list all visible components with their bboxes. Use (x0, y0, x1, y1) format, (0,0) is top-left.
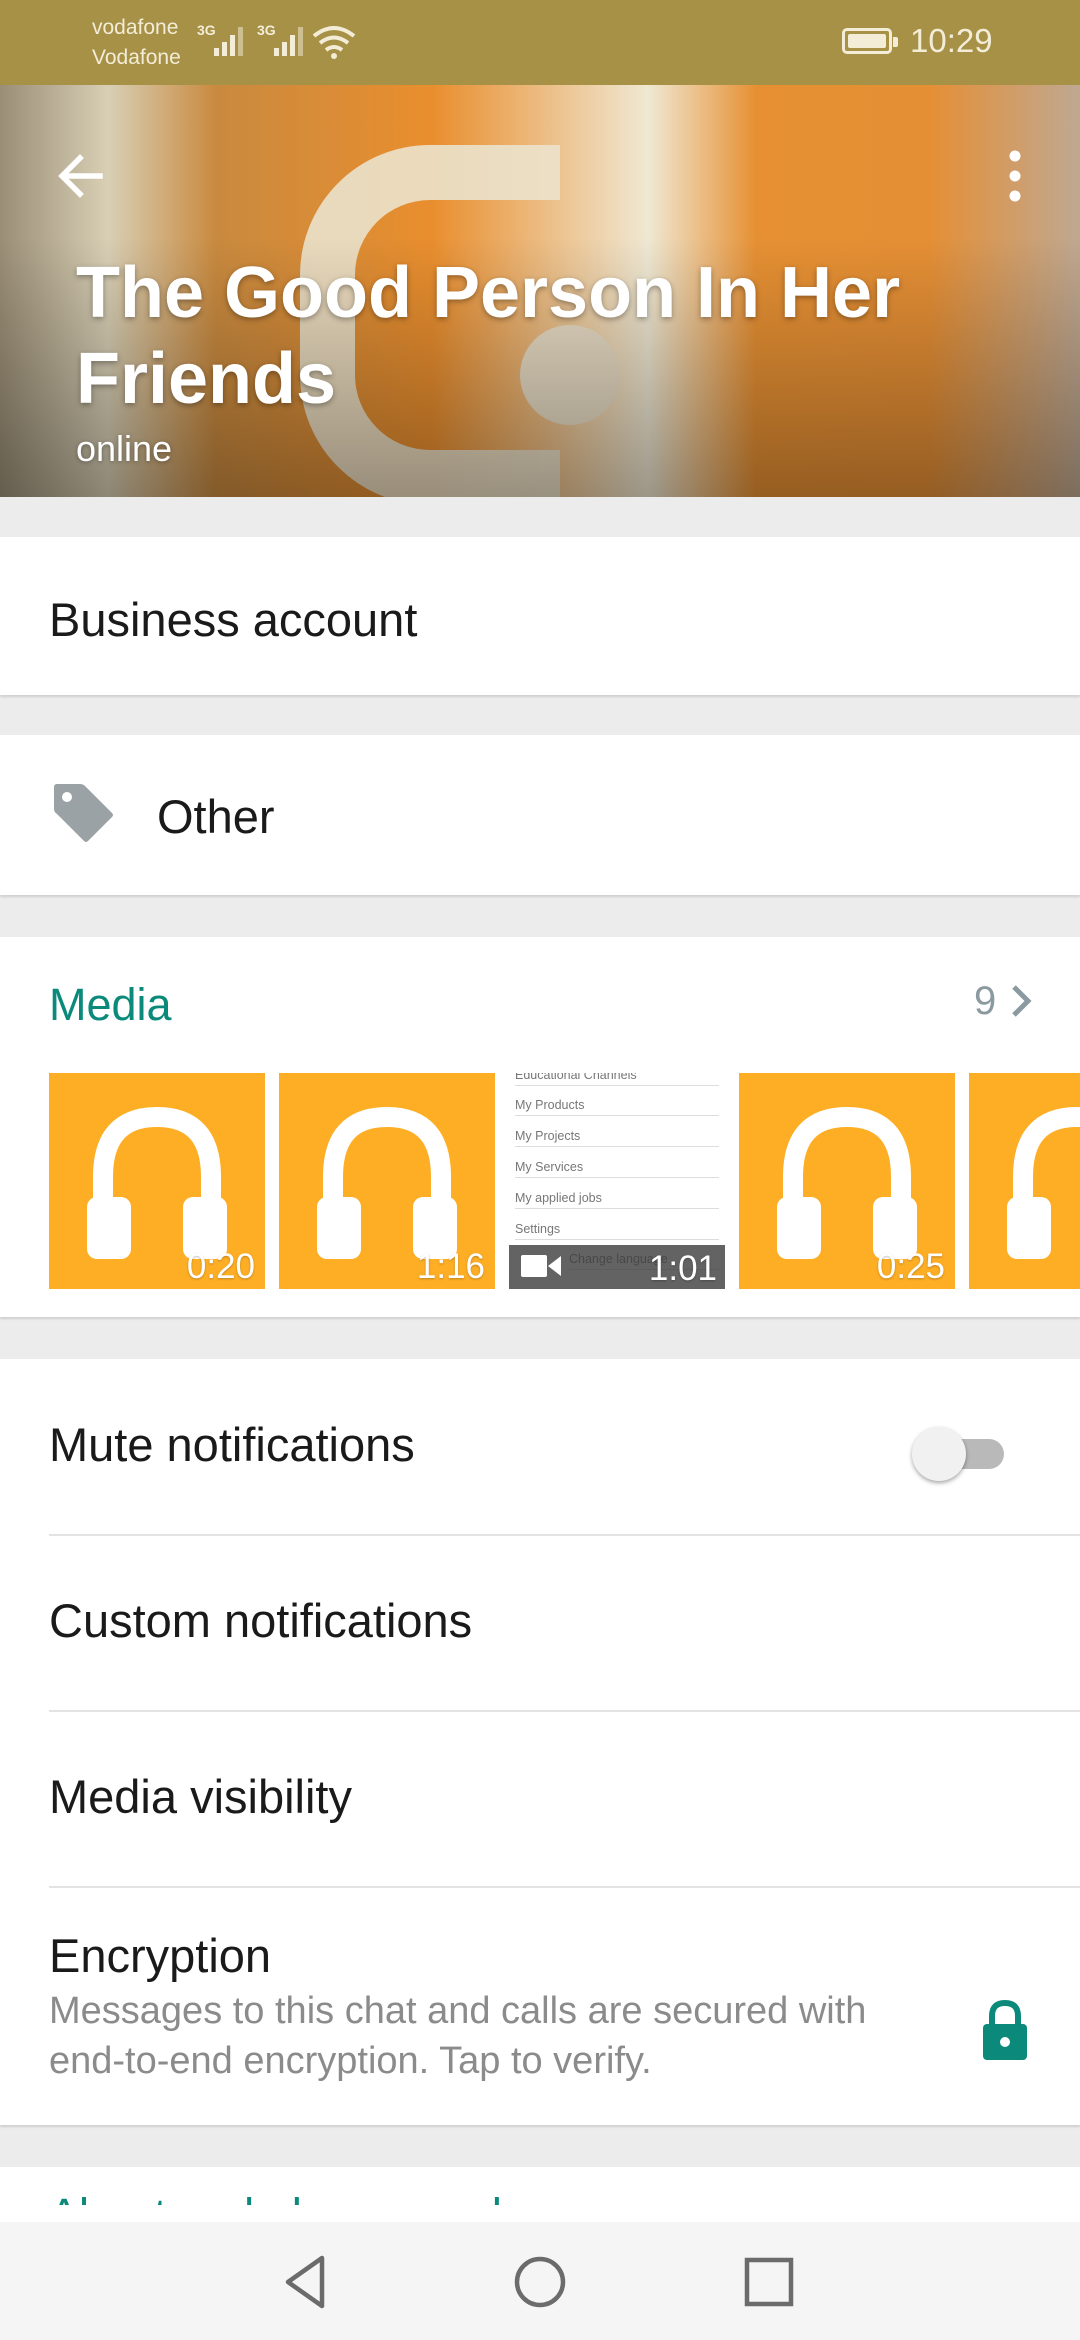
profile-header: The Good Person In Her Friends online (0, 85, 1080, 497)
video-camera-icon (521, 1255, 561, 1277)
doc-line: My Services (515, 1147, 719, 1178)
media-thumb-video[interactable]: Educational Channels My Products My Proj… (509, 1073, 725, 1289)
battery-icon (842, 28, 898, 54)
category-label: Other (157, 790, 275, 843)
headphones-icon (1007, 1106, 1080, 1259)
signal-icon-2 (274, 27, 303, 56)
system-nav-bar (0, 2222, 1080, 2340)
custom-notifications-label: Custom notifications (49, 1594, 473, 1647)
chat-settings-section: Mute notifications Custom notifications … (0, 1359, 1080, 2125)
wifi-icon (312, 26, 356, 59)
media-duration: 1:01 (648, 1249, 717, 1288)
status-bar: vodafone Vodafone 3G 3G 10:29 (0, 0, 1080, 85)
mute-notifications-label: Mute notifications (49, 1418, 415, 1471)
business-account-row[interactable]: Business account (0, 537, 1080, 695)
mute-notifications-toggle[interactable] (912, 1423, 1012, 1483)
media-title[interactable]: Media (49, 979, 172, 1031)
back-arrow-icon[interactable] (44, 137, 122, 215)
about-section-title: About and phone number (49, 2185, 557, 2205)
doc-line: My Projects (515, 1116, 719, 1147)
mute-notifications-row[interactable]: Mute notifications (0, 1359, 1080, 1534)
lock-icon (983, 1999, 1027, 2060)
headphones-icon (317, 1106, 457, 1259)
nav-back-icon[interactable] (276, 2250, 340, 2314)
media-duration: 0:20 (186, 1247, 255, 1286)
media-duration: 0:25 (876, 1247, 945, 1286)
toggle-knob (912, 1427, 966, 1481)
nav-recents-icon[interactable] (737, 2250, 801, 2314)
doc-line: My applied jobs (515, 1178, 719, 1209)
contact-name: The Good Person In Her Friends (76, 253, 901, 419)
media-section: Media 9 0:20 1:16 Educational Channels M… (0, 937, 1080, 1317)
media-duration: 1:16 (416, 1247, 485, 1286)
contact-status: online (76, 428, 173, 469)
business-category-row: Other (0, 735, 1080, 895)
encryption-description: Messages to this chat and calls are secu… (49, 1990, 867, 2082)
media-thumb-audio[interactable]: 1:16 (279, 1073, 495, 1289)
media-count[interactable]: 9 (974, 979, 996, 1024)
headphones-icon (87, 1106, 227, 1259)
video-overlay: 1:01 (509, 1245, 725, 1289)
media-visibility-label: Media visibility (49, 1770, 352, 1823)
media-thumb-audio[interactable]: 0:25 (739, 1073, 955, 1289)
encryption-row[interactable]: Encryption Messages to this chat and cal… (0, 1888, 1080, 2125)
chevron-right-icon[interactable] (1006, 981, 1036, 1021)
media-thumb-audio[interactable] (969, 1073, 1080, 1289)
media-thumb-audio[interactable]: 0:20 (49, 1073, 265, 1289)
nav-home-icon[interactable] (508, 2250, 572, 2314)
business-account-label: Business account (49, 593, 418, 646)
carrier-1: vodafone (92, 16, 179, 39)
media-visibility-row[interactable]: Media visibility (0, 1712, 1080, 1886)
custom-notifications-row[interactable]: Custom notifications (0, 1536, 1080, 1710)
signal-icon-1 (214, 27, 243, 56)
about-section: About and phone number (0, 2167, 1080, 2227)
doc-line: Settings (515, 1209, 719, 1240)
doc-line: My Products (515, 1085, 719, 1116)
encryption-label: Encryption (49, 1929, 272, 1982)
clock: 10:29 (910, 22, 993, 59)
carrier-2: Vodafone (92, 46, 181, 69)
tag-icon (54, 784, 113, 842)
more-options-icon[interactable] (990, 137, 1040, 215)
carrier-info: vodafone Vodafone (92, 13, 181, 73)
headphones-icon (777, 1106, 917, 1259)
